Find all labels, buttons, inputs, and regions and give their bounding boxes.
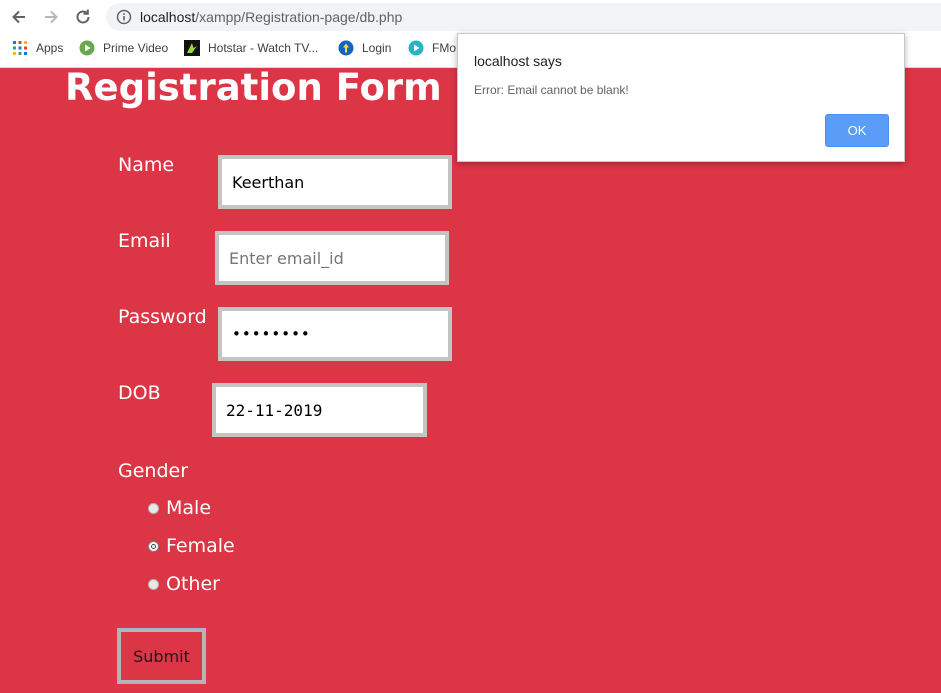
dob-label: DOB [118, 382, 161, 404]
address-bar[interactable]: localhost/xampp/Registration-page/db.php [106, 3, 941, 31]
reload-button[interactable] [70, 4, 96, 30]
reload-icon [76, 9, 90, 24]
bookmark-label: Hotstar - Watch TV... [208, 41, 319, 55]
bookmark-label: Prime Video [103, 41, 169, 55]
gender-option-other[interactable]: Other [148, 573, 220, 595]
login-icon [338, 40, 354, 56]
apps-grid-icon [13, 41, 27, 55]
radio-male[interactable] [148, 502, 159, 514]
password-label: Password [118, 306, 207, 328]
bookmark-label: FMo [432, 41, 456, 55]
radio-label-female: Female [166, 535, 235, 557]
forward-button[interactable] [38, 4, 64, 30]
password-input[interactable]: •••••••• [218, 307, 452, 361]
radio-label-other: Other [166, 573, 220, 595]
url-text: localhost/xampp/Registration-page/db.php [140, 9, 402, 25]
bookmark-fmovies[interactable]: FMo [408, 40, 456, 56]
arrow-right-icon [45, 10, 58, 24]
radio-other[interactable] [148, 578, 159, 590]
arrow-left-icon [12, 10, 25, 24]
gender-label: Gender [118, 460, 189, 482]
url-path: /xampp/Registration-page/db.php [195, 9, 403, 25]
name-input[interactable]: Keerthan [218, 155, 452, 209]
url-host: localhost [140, 9, 196, 25]
name-label: Name [118, 154, 175, 176]
email-input[interactable]: Enter email_id [215, 231, 449, 285]
bookmark-prime-video[interactable]: Prime Video [79, 40, 168, 56]
gender-option-male[interactable]: Male [148, 497, 211, 519]
hotstar-icon [184, 40, 200, 56]
gender-option-female[interactable]: Female [148, 535, 235, 557]
alert-message: Error: Email cannot be blank! [474, 83, 629, 97]
prime-video-icon [79, 40, 95, 56]
radio-female[interactable] [148, 540, 159, 552]
bookmark-label: Apps [36, 41, 64, 55]
alert-title: localhost says [474, 53, 562, 69]
back-button[interactable] [6, 4, 32, 30]
bookmark-apps[interactable]: Apps [12, 40, 63, 56]
page-title: Registration Form [65, 66, 442, 109]
fmovies-icon [408, 40, 424, 56]
email-label: Email [118, 230, 171, 252]
alert-dialog: localhost says Error: Email cannot be bl… [457, 33, 905, 162]
bookmark-label: Login [362, 41, 392, 55]
dob-input[interactable]: 22-11-2019 [212, 383, 427, 437]
bookmark-hotstar[interactable]: Hotstar - Watch TV... [184, 40, 318, 56]
submit-button[interactable]: Submit [117, 628, 206, 684]
bookmark-login[interactable]: Login [338, 40, 391, 56]
site-info-icon[interactable] [116, 9, 132, 29]
radio-label-male: Male [166, 497, 212, 519]
alert-ok-button[interactable]: OK [825, 114, 889, 147]
